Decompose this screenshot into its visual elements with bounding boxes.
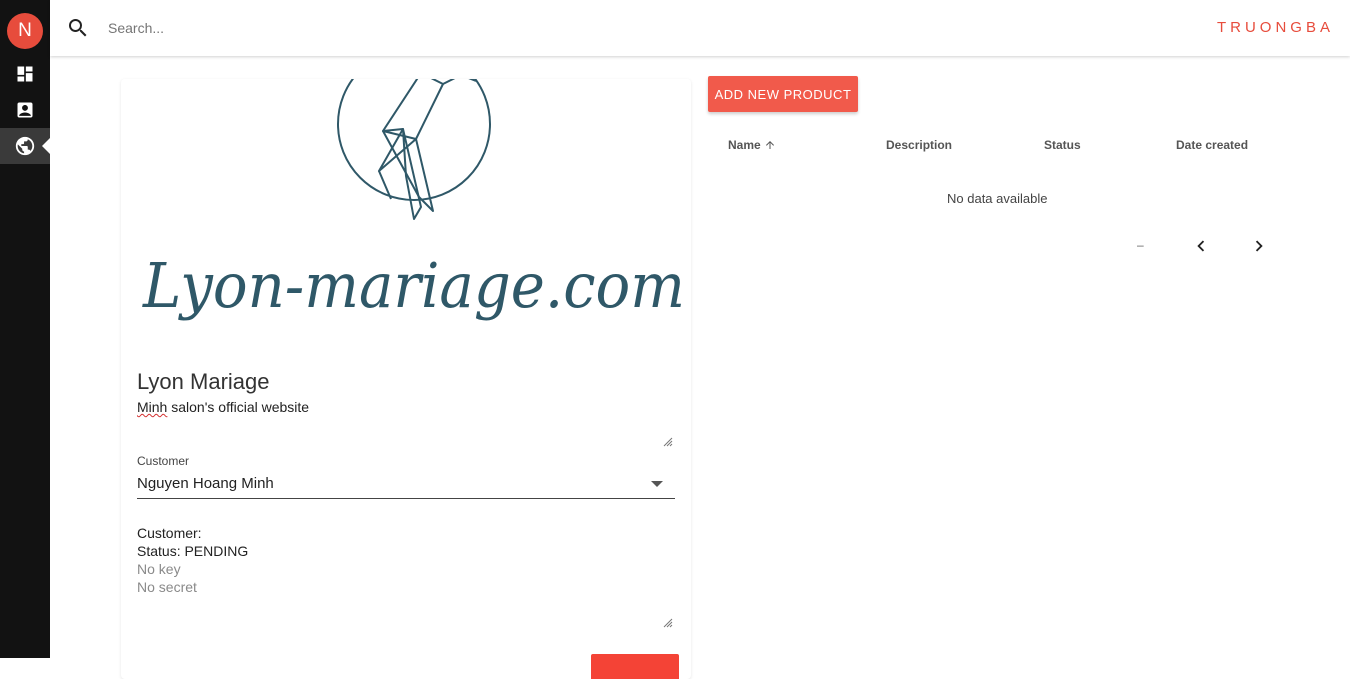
column-header-date-created[interactable]: Date created <box>1176 138 1248 152</box>
textarea-resize-icon[interactable] <box>661 616 673 628</box>
dashboard-icon <box>17 66 33 82</box>
sort-arrow-up-icon <box>765 141 774 149</box>
spellcheck-word: Minh <box>137 399 168 415</box>
sidebar-item-dashboard[interactable] <box>0 56 50 92</box>
chevron-right-icon <box>1255 240 1263 252</box>
table-empty-message: No data available <box>947 191 1048 206</box>
search-icon[interactable] <box>66 16 90 44</box>
logo-script-text: Lyon-mariage.com <box>142 249 685 322</box>
next-page-button[interactable] <box>1247 234 1271 258</box>
column-header-name[interactable]: Name <box>728 138 776 152</box>
description-text: salon's official website <box>167 399 310 415</box>
public-globe-icon <box>15 136 35 156</box>
customer-select-value: Nguyen Hoang Minh <box>137 475 274 492</box>
column-header-status[interactable]: Status <box>1044 138 1081 152</box>
contacts-icon <box>17 102 33 118</box>
sidebar: N <box>0 0 50 658</box>
avatar-letter: N <box>18 20 32 41</box>
website-info[interactable]: Customer: Status: PENDING No key No secr… <box>137 524 248 596</box>
brand-logo: TRUONGBA <box>1216 19 1334 36</box>
info-customer: Customer: <box>137 525 202 541</box>
chevron-left-icon <box>1197 240 1205 252</box>
sidebar-item-contacts[interactable] <box>0 92 50 128</box>
sidebar-item-websites[interactable] <box>0 128 50 164</box>
info-status: Status: PENDING <box>137 543 249 559</box>
website-logo-image: Lyon-mariage.com <box>121 79 691 349</box>
add-new-product-button[interactable]: ADD NEW PRODUCT <box>708 76 858 112</box>
customer-select-label: Customer <box>137 454 190 468</box>
info-key: No key <box>137 561 181 577</box>
website-title: Lyon Mariage <box>137 369 270 394</box>
info-secret: No secret <box>137 579 197 595</box>
pagination-range: – <box>1137 238 1144 252</box>
prev-page-button[interactable] <box>1189 234 1213 258</box>
dropdown-arrow-icon <box>651 481 663 487</box>
customer-select[interactable]: Nguyen Hoang Minh <box>137 471 675 499</box>
website-description[interactable]: Minh salon's official website <box>137 399 675 415</box>
top-app-bar: TRUONGBA <box>50 0 1350 56</box>
column-header-description[interactable]: Description <box>886 138 952 152</box>
user-avatar[interactable]: N <box>7 13 43 49</box>
search-input[interactable] <box>108 14 708 42</box>
textarea-resize-icon[interactable] <box>661 435 673 447</box>
website-card: Lyon-mariage.com Lyon Mariage Minh salon… <box>121 79 691 679</box>
